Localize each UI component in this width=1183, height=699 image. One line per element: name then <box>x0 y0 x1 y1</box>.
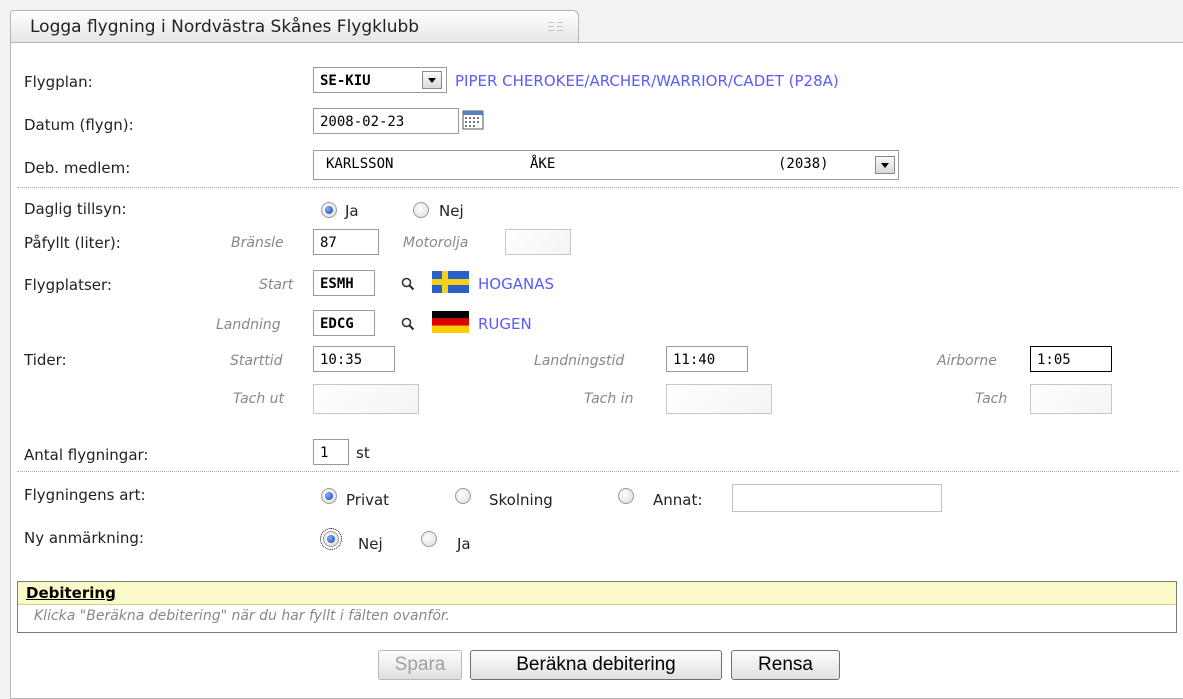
separator <box>17 471 1179 472</box>
art-label: Flygningens art: <box>24 486 146 504</box>
motorolja-input[interactable] <box>505 229 571 255</box>
tillsyn-ja-label: Ja <box>345 202 359 220</box>
anmarkning-ja-label: Ja <box>457 535 471 553</box>
starttid-label: Starttid <box>230 353 283 369</box>
anmarkning-ja-radio[interactable] <box>421 531 437 547</box>
landing-airport-input[interactable]: EDCG <box>313 310 375 336</box>
tider-label: Tider: <box>24 351 67 369</box>
start-airport-code: ESMH <box>320 276 354 292</box>
landningstid-label: Landningstid <box>534 353 625 369</box>
tach-in-input[interactable] <box>666 384 772 414</box>
start-label: Start <box>259 277 294 293</box>
art-annat-radio[interactable] <box>618 488 634 504</box>
bransle-value: 87 <box>320 235 337 251</box>
sweden-flag-icon <box>432 271 469 293</box>
motorolja-label: Motorolja <box>403 235 469 251</box>
tillsyn-nej-radio[interactable] <box>413 202 429 218</box>
rensa-button[interactable]: Rensa <box>731 650 840 680</box>
separator <box>17 187 1179 188</box>
search-icon[interactable] <box>401 317 415 331</box>
form-tab: Logga flygning i Nordvästra Skånes Flygk… <box>10 10 579 42</box>
antal-value: 1 <box>320 445 329 461</box>
pafyllt-label: Påfyllt (liter): <box>24 234 121 252</box>
form-panel: Flygplan: SE-KIU PIPER CHEROKEE/ARCHER/W… <box>10 42 1183 699</box>
start-airport-name-link[interactable]: HOGANAS <box>478 275 554 293</box>
tillsyn-nej-label: Nej <box>439 202 464 220</box>
debitering-title: Debitering <box>26 584 116 602</box>
landningstid-value: 11:40 <box>673 352 716 368</box>
landing-airport-name-link[interactable]: RUGEN <box>478 315 532 333</box>
flygplan-label: Flygplan: <box>24 73 93 91</box>
calendar-icon[interactable] <box>462 109 484 131</box>
member-number: (2038) <box>778 156 829 172</box>
spara-button[interactable]: Spara <box>378 650 462 680</box>
flygplan-dropdown-icon[interactable] <box>422 71 442 89</box>
landning-label: Landning <box>216 317 281 333</box>
anmarkning-label: Ny anmärkning: <box>24 529 144 547</box>
art-privat-label: Privat <box>346 491 390 509</box>
deb-medlem-select[interactable]: KARLSSON ÅKE (2038) <box>313 150 899 180</box>
tach-input[interactable] <box>1030 384 1112 414</box>
antal-unit: st <box>356 444 370 462</box>
antal-label: Antal flygningar: <box>24 446 149 464</box>
tach-in-label: Tach in <box>584 391 634 407</box>
debitering-box: Debitering Klicka "Beräkna debitering" n… <box>17 581 1177 633</box>
daglig-tillsyn-label: Daglig tillsyn: <box>24 200 127 218</box>
bransle-label: Bränsle <box>231 235 284 251</box>
member-dropdown-icon[interactable] <box>875 156 895 174</box>
bransle-input[interactable]: 87 <box>313 229 379 255</box>
datum-label: Datum (flygn): <box>24 116 134 134</box>
tach-label: Tach <box>975 391 1008 407</box>
landningstid-input[interactable]: 11:40 <box>666 346 748 372</box>
starttid-input[interactable]: 10:35 <box>313 346 395 372</box>
member-firstname: ÅKE <box>530 156 556 172</box>
tillsyn-ja-radio[interactable] <box>321 202 337 218</box>
deb-medlem-label: Deb. medlem: <box>24 159 131 177</box>
member-surname: KARLSSON <box>326 156 394 172</box>
art-skolning-label: Skolning <box>489 491 553 509</box>
aircraft-type-link[interactable]: PIPER CHEROKEE/ARCHER/WARRIOR/CADET (P28… <box>455 72 839 90</box>
airborne-label: Airborne <box>937 353 997 369</box>
germany-flag-icon <box>432 311 469 333</box>
debitering-hint: Klicka "Beräkna debitering" när du har f… <box>34 608 450 624</box>
art-skolning-radio[interactable] <box>455 488 471 504</box>
tach-ut-label: Tach ut <box>233 391 285 407</box>
search-icon[interactable] <box>401 277 415 291</box>
berakna-debitering-button[interactable]: Beräkna debitering <box>470 650 722 680</box>
landing-airport-code: EDCG <box>320 316 354 332</box>
tab-title: Logga flygning i Nordvästra Skånes Flygk… <box>30 17 420 37</box>
flygplatser-label: Flygplatser: <box>24 276 112 294</box>
art-privat-radio[interactable] <box>321 488 337 504</box>
datum-input[interactable]: 2008-02-23 <box>313 108 459 134</box>
list-icon <box>548 22 563 31</box>
datum-value: 2008-02-23 <box>320 114 405 130</box>
airborne-value: 1:05 <box>1037 352 1071 368</box>
anmarkning-nej-radio[interactable] <box>320 528 342 550</box>
flygplan-value: SE-KIU <box>320 73 371 89</box>
starttid-value: 10:35 <box>320 352 363 368</box>
art-annat-label: Annat: <box>653 491 703 509</box>
anmarkning-nej-label: Nej <box>358 535 383 553</box>
start-airport-input[interactable]: ESMH <box>313 270 375 296</box>
tach-ut-input[interactable] <box>313 384 419 414</box>
annat-input[interactable] <box>732 484 942 512</box>
antal-input[interactable]: 1 <box>313 439 349 465</box>
airborne-input[interactable]: 1:05 <box>1030 346 1112 372</box>
debitering-header: Debitering <box>18 582 1176 605</box>
